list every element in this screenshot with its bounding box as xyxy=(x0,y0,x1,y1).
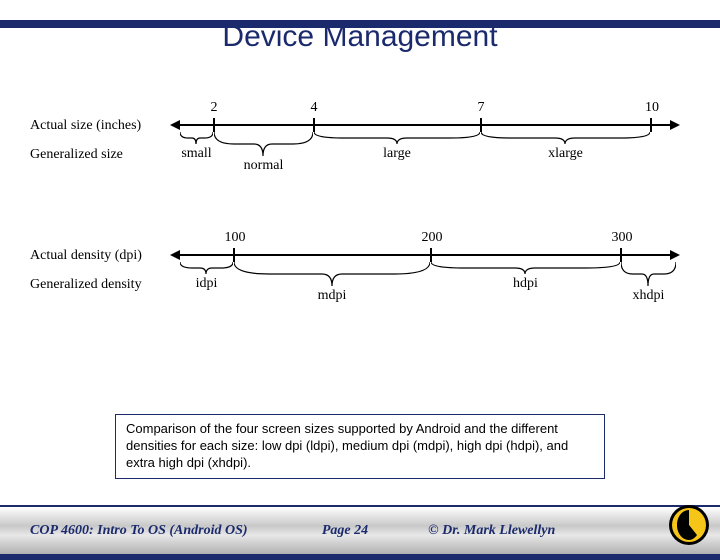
footer-course: COP 4600: Intro To OS (Android OS) xyxy=(30,523,292,539)
density-bucket-label: mdpi xyxy=(234,288,430,304)
density-bucket-label: idpi xyxy=(180,276,233,292)
density-brace-hdpi: hdpi xyxy=(431,262,620,292)
size-tick xyxy=(480,118,482,132)
density-axis-arrow-right xyxy=(670,250,680,260)
size-tick-label: 7 xyxy=(473,100,489,116)
density-axis-arrow-left xyxy=(170,250,180,260)
size-brace-small: small xyxy=(180,132,213,162)
density-tick-label: 300 xyxy=(607,230,637,246)
size-axis xyxy=(180,124,670,126)
size-bucket-label: normal xyxy=(214,158,313,174)
generalized-size-label: Generalized size xyxy=(30,147,123,163)
density-brace-xhdpi: xhdpi xyxy=(621,262,676,304)
footer: COP 4600: Intro To OS (Android OS) Page … xyxy=(0,505,720,560)
actual-density-label: Actual density (dpi) xyxy=(30,248,142,264)
size-brace-normal: normal xyxy=(214,132,313,174)
size-tick-label: 10 xyxy=(640,100,664,116)
generalized-density-label: Generalized density xyxy=(30,277,142,293)
size-tick-label: 4 xyxy=(306,100,322,116)
size-bucket-label: xlarge xyxy=(481,146,650,162)
density-tick xyxy=(620,248,622,262)
density-bucket-label: xhdpi xyxy=(621,288,676,304)
size-bucket-label: large xyxy=(314,146,480,162)
footer-author: © Dr. Mark Llewellyn xyxy=(398,523,690,539)
size-axis-arrow-left xyxy=(170,120,180,130)
density-tick-label: 100 xyxy=(220,230,250,246)
size-tick xyxy=(313,118,315,132)
actual-size-label: Actual size (inches) xyxy=(30,118,141,134)
caption-box: Comparison of the four screen sizes supp… xyxy=(115,414,605,479)
size-bucket-label: small xyxy=(180,146,213,162)
size-axis-arrow-right xyxy=(670,120,680,130)
density-tick xyxy=(430,248,432,262)
size-tick-label: 2 xyxy=(206,100,222,116)
top-border xyxy=(0,20,720,28)
density-brace-mdpi: mdpi xyxy=(234,262,430,304)
size-tick xyxy=(650,118,652,132)
size-brace-xlarge: xlarge xyxy=(481,132,650,162)
density-bucket-label: hdpi xyxy=(431,276,620,292)
density-tick-label: 200 xyxy=(417,230,447,246)
size-brace-large: large xyxy=(314,132,480,162)
density-brace-ldpi: idpi xyxy=(180,262,233,292)
footer-page: Page 24 xyxy=(322,523,368,539)
density-axis xyxy=(180,254,670,256)
size-tick xyxy=(213,118,215,132)
diagram: Actual size (inches) Generalized size 2 … xyxy=(30,100,690,400)
density-tick xyxy=(233,248,235,262)
